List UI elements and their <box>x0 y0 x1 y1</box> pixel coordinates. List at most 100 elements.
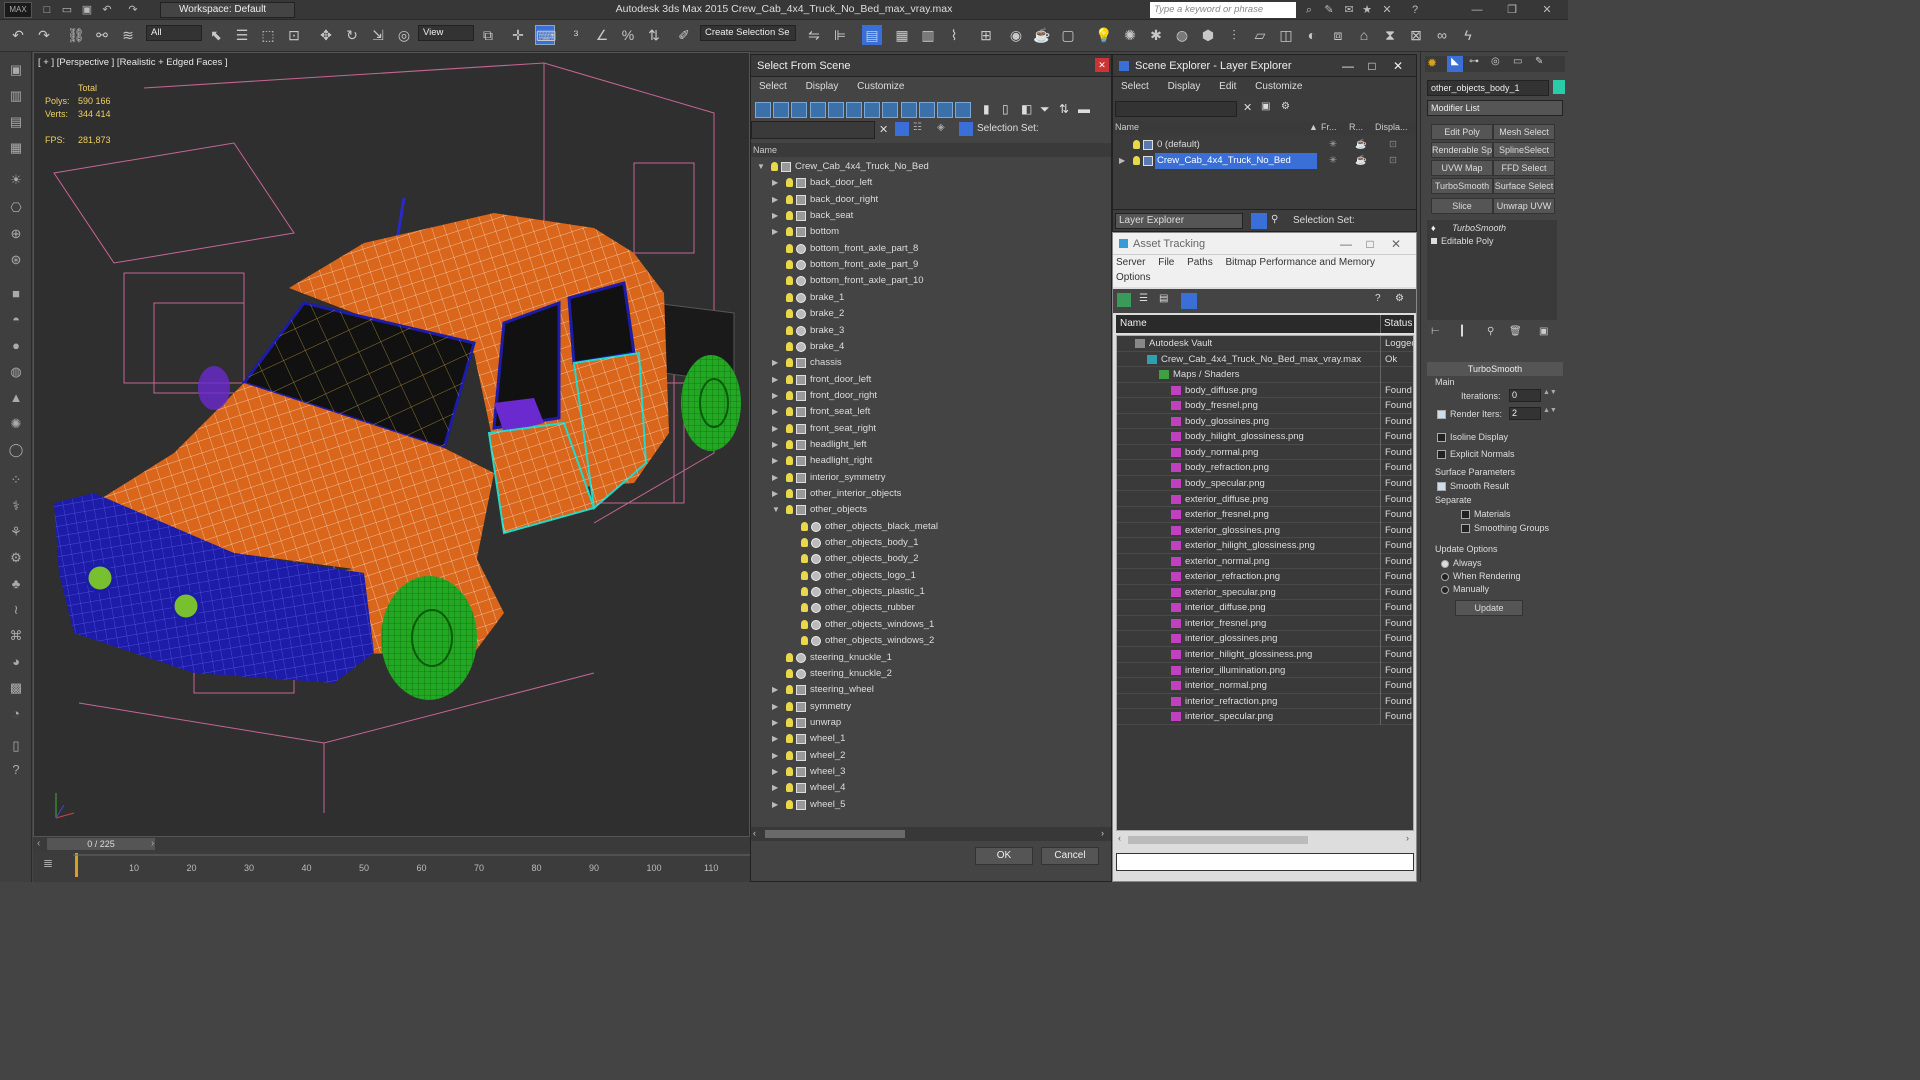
rectangular-selection-icon[interactable]: ⬚ <box>258 25 278 45</box>
layer-manager-icon[interactable]: ▦ <box>892 25 912 45</box>
scene-tree-item[interactable]: ▶ back_door_left <box>751 175 1111 191</box>
light-bulb-icon[interactable] <box>786 374 793 384</box>
spline-select-button[interactable]: SplineSelect <box>1493 142 1555 158</box>
asset-row[interactable]: body_glossines.png Found <box>1117 413 1413 430</box>
scene-tree-item[interactable]: bottom_front_axle_part_9 <box>751 257 1111 273</box>
box-primitive-icon[interactable]: ■ <box>6 284 26 304</box>
list-view-icon[interactable]: ☰ <box>1139 293 1148 304</box>
vray-dome-icon[interactable]: ⌂ <box>1354 25 1374 45</box>
help-icon[interactable]: ? <box>1408 3 1422 17</box>
material-editor-icon[interactable]: ◉ <box>1006 25 1026 45</box>
scene-tree-item[interactable]: ▶ interior_symmetry <box>751 470 1111 486</box>
manually-radio[interactable]: Manually <box>1441 584 1489 594</box>
sphere-icon[interactable]: ● <box>6 336 26 356</box>
select-by-name-icon[interactable]: ☰ <box>232 25 252 45</box>
sfs-column-header[interactable]: Name <box>751 143 1111 157</box>
expand-arrow-icon[interactable]: ▶ <box>772 715 778 731</box>
asset-row[interactable]: exterior_fresnel.png Found <box>1117 507 1413 524</box>
expand-arrow-icon[interactable]: ▶ <box>772 421 778 437</box>
display-bones-icon[interactable] <box>900 102 917 118</box>
mirror-icon[interactable]: ⇋ <box>804 25 824 45</box>
perspective-viewport[interactable]: [ + ] [Perspective ] [Realistic + Edged … <box>33 52 750 837</box>
select-object-icon[interactable]: ⬉ <box>206 25 226 45</box>
grid-view-icon[interactable] <box>1181 293 1197 309</box>
vray-plane-icon[interactable]: ▱ <box>1250 25 1270 45</box>
display-helpers-icon[interactable] <box>827 102 844 118</box>
modifier-list-dropdown[interactable]: Modifier List <box>1427 100 1563 116</box>
rendered-frame-icon[interactable]: ▢ <box>1058 25 1078 45</box>
renderable-spline-button[interactable]: Renderable Spline <box>1431 142 1493 158</box>
asset-row[interactable]: Crew_Cab_4x4_Truck_No_Bed_max_vray.max Ok <box>1117 351 1413 368</box>
light-bulb-icon[interactable] <box>786 325 793 335</box>
render-iters-row[interactable]: Render Iters: <box>1437 409 1502 420</box>
menu-edit[interactable]: Edit <box>1219 81 1236 92</box>
light-bulb-icon[interactable] <box>786 243 793 253</box>
light-bulb-icon[interactable] <box>786 211 793 221</box>
display-cameras-icon[interactable] <box>809 102 826 118</box>
always-radio[interactable]: Always <box>1441 558 1482 568</box>
layer-explorer-icon[interactable] <box>1251 213 1267 229</box>
expand-arrow-icon[interactable]: ▶ <box>772 764 778 780</box>
hierarchy-icon[interactable]: ☷ <box>913 122 922 133</box>
asset-row[interactable]: interior_normal.png Found <box>1117 678 1413 695</box>
close-icon[interactable]: ✕ <box>1384 233 1408 255</box>
vray-proxy-icon[interactable]: ⬢ <box>1198 25 1218 45</box>
undo-icon[interactable]: ↶ <box>100 3 114 17</box>
scene-tree-item[interactable]: ▶ back_seat <box>751 208 1111 224</box>
col-asset-status[interactable]: Status <box>1384 318 1412 329</box>
expand-arrow-icon[interactable]: ▶ <box>772 731 778 747</box>
scene-tree-item[interactable]: ▼ other_objects <box>751 502 1111 518</box>
stack-turbosmooth[interactable]: ♦ TurboSmooth <box>1431 223 1506 233</box>
scene-tree-item[interactable]: other_objects_logo_1 <box>751 568 1111 584</box>
vray-ies-icon[interactable]: ϟ <box>1458 25 1478 45</box>
frame-counter[interactable]: 0 / 225 <box>47 838 155 850</box>
torus-icon[interactable]: ◯ <box>6 440 26 460</box>
unwrap-uvw-button[interactable]: Unwrap UVW <box>1493 198 1555 214</box>
rotate-icon[interactable]: ↻ <box>342 25 362 45</box>
save-file-icon[interactable]: ▣ <box>80 3 94 17</box>
redo-icon[interactable]: ↷ <box>126 3 140 17</box>
open-file-icon[interactable]: ▭ <box>60 3 74 17</box>
remove-modifier-icon[interactable]: 🗑 <box>1509 326 1522 337</box>
asset-path-field[interactable] <box>1116 853 1414 871</box>
menu-options[interactable]: Options <box>1116 272 1150 283</box>
filter-icon[interactable]: ⏷ <box>1040 102 1050 117</box>
light-bulb-icon[interactable] <box>786 766 793 776</box>
app-logo[interactable]: MAX <box>4 2 32 18</box>
scene-tree-item[interactable]: ▶ steering_wheel <box>751 682 1111 698</box>
selection-set-icon[interactable] <box>959 122 973 136</box>
vray-sphere-icon[interactable]: ◍ <box>1172 25 1192 45</box>
asset-list[interactable]: Autodesk Vault Logged Crew_Cab_4x4_Truck_N… <box>1116 335 1414 831</box>
foliage-icon[interactable]: ♣ <box>6 574 26 594</box>
display-frozen-icon[interactable] <box>937 102 953 118</box>
snaps-toggle-icon[interactable]: ³ <box>566 25 586 45</box>
layers-icon[interactable]: ◈ <box>937 122 945 133</box>
mesh-select-button[interactable]: Mesh Select <box>1493 124 1555 140</box>
create-tab-icon[interactable]: ✹ <box>1427 56 1437 70</box>
asset-row[interactable]: body_normal.png Found <box>1117 444 1413 461</box>
column-options-icon[interactable]: ▬ <box>1078 102 1090 116</box>
menu-customize[interactable]: Customize <box>857 81 904 92</box>
scene-tree-item[interactable]: ▶ wheel_4 <box>751 780 1111 796</box>
scene-tree-item[interactable]: brake_4 <box>751 339 1111 355</box>
expand-arrow-icon[interactable]: ▶ <box>772 372 778 388</box>
hierarchy-icon[interactable]: ⚲ <box>1271 214 1278 225</box>
light-icon[interactable]: 💡 <box>1094 25 1114 45</box>
light-bulb-icon[interactable] <box>786 276 793 286</box>
communication-icon[interactable]: ✉ <box>1342 3 1356 17</box>
scene-tree-item[interactable]: other_objects_windows_1 <box>751 617 1111 633</box>
expand-arrow-icon[interactable]: ▶ <box>772 355 778 371</box>
scene-tree-item[interactable]: ▶ wheel_2 <box>751 748 1111 764</box>
asset-row[interactable]: interior_fresnel.png Found <box>1117 615 1413 632</box>
freeze-icon[interactable]: ✳ <box>1329 153 1337 169</box>
light-bulb-icon[interactable] <box>786 292 793 302</box>
light-bulb-icon[interactable] <box>786 341 793 351</box>
scene-tree-item[interactable]: ▶ front_door_right <box>751 388 1111 404</box>
menu-customize[interactable]: Customize <box>1255 81 1302 92</box>
motion-tab-icon[interactable]: ◎ <box>1491 56 1500 67</box>
prev-frame-icon[interactable]: ‹ <box>37 838 40 849</box>
light-bulb-icon[interactable] <box>786 668 793 678</box>
scene-tree-item[interactable]: ▶ unwrap <box>751 715 1111 731</box>
redo-icon[interactable]: ↷ <box>34 25 54 45</box>
unlink-icon[interactable]: ⚯ <box>92 25 112 45</box>
